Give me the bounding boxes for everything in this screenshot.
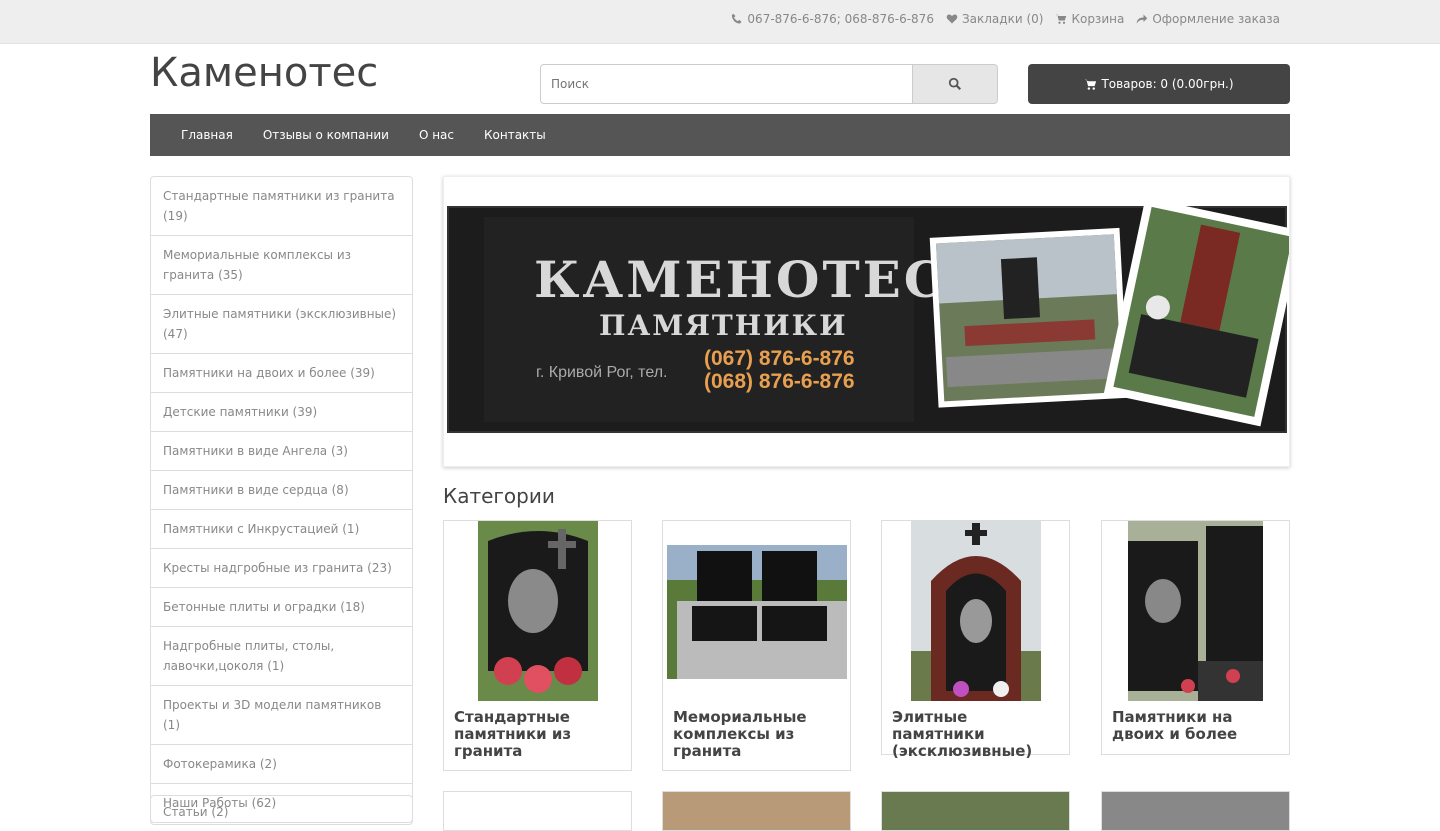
category-name: Памятники на двоих и более [1112, 708, 1238, 743]
cart-icon [1056, 14, 1067, 24]
sidebar-item[interactable]: Памятники в виде Ангела (3) [151, 432, 412, 471]
phone-text: 067-876-6-876; 068-876-6-876 [747, 12, 934, 26]
sidebar-item[interactable]: Детские памятники (39) [151, 393, 412, 432]
banner-phone-2: (068) 876-6-876 [704, 370, 855, 393]
sidebar-item[interactable]: Фотокерамика (2) [151, 745, 412, 784]
category-name: Стандартные памятники из гранита [454, 708, 572, 760]
sidebar-item[interactable]: Бетонные плиты и оградки (18) [151, 588, 412, 627]
nav-about[interactable]: О нас [404, 128, 469, 142]
banner-title: КАМЕНОТЕС [534, 250, 947, 309]
cart-icon [1085, 79, 1097, 90]
phone-link[interactable]: 067-876-6-876; 068-876-6-876 [731, 12, 934, 26]
top-links: 067-876-6-876; 068-876-6-876 Закладки (0… [731, 12, 1280, 26]
banner-graphic: КАМЕНОТЕС ПАМЯТНИКИ г. Кривой Рог, тел. … [447, 197, 1303, 433]
sidebar-item[interactable]: Памятники с Инкрустацией (1) [151, 510, 412, 549]
hero-banner[interactable]: КАМЕНОТЕС ПАМЯТНИКИ г. Кривой Рог, тел. … [443, 176, 1303, 467]
search-icon [948, 77, 962, 91]
sidebar-item[interactable]: Стандартные памятники из гранита (19) [151, 177, 412, 236]
category-tile[interactable] [1101, 791, 1290, 831]
nav-contacts[interactable]: Контакты [469, 128, 561, 142]
category-tile[interactable]: Мемориальные комплексы из гранита [662, 520, 851, 771]
sidebar-item[interactable]: Мемориальные комплексы из гранита (35) [151, 236, 412, 295]
heart-icon [946, 14, 958, 24]
share-icon [1137, 14, 1148, 24]
phone-icon [732, 13, 742, 24]
sidebar-item[interactable]: Проекты и 3D модели памятников (1) [151, 686, 412, 745]
site-logo[interactable]: Каменотес [150, 50, 378, 96]
category-tile[interactable] [443, 791, 632, 831]
category-tile[interactable]: Памятники на двоих и более [1101, 520, 1290, 755]
sidebar-item[interactable]: Элитные памятники (эксклюзивные) (47) [151, 295, 412, 354]
top-bar: 067-876-6-876; 068-876-6-876 Закладки (0… [0, 0, 1440, 44]
category-tile[interactable]: Элитные памятники (эксклюзивные) [881, 520, 1070, 760]
wishlist-link[interactable]: Закладки (0) [946, 12, 1043, 26]
checkout-text: Оформление заказа [1152, 12, 1280, 26]
banner-phone-1: (067) 876-6-876 [704, 347, 855, 370]
cart-link-text: Корзина [1071, 12, 1125, 26]
checkout-link[interactable]: Оформление заказа [1136, 12, 1280, 26]
nav-home[interactable]: Главная [166, 128, 248, 142]
search-bar [540, 64, 998, 104]
articles-label: Статьи (2) [163, 805, 229, 819]
main-nav: Главная Отзывы о компании О нас Контакты [150, 114, 1290, 156]
wishlist-text: Закладки (0) [961, 12, 1044, 26]
category-image [1128, 521, 1263, 701]
category-image [910, 521, 1041, 701]
category-tile[interactable]: Стандартные памятники из гранита [443, 520, 632, 771]
articles-box[interactable]: Статьи (2) [150, 795, 413, 825]
cart-link[interactable]: Корзина [1055, 12, 1124, 26]
sidebar-item[interactable]: Надгробные плиты, столы, лавочки,цоколя … [151, 627, 412, 686]
category-name: Мемориальные комплексы из гранита [673, 708, 807, 760]
sidebar-item[interactable]: Памятники на двоих и более (39) [151, 354, 412, 393]
search-input[interactable] [540, 64, 914, 104]
category-sidebar: Стандартные памятники из гранита (19) Ме… [150, 176, 413, 823]
sidebar-item[interactable]: Кресты надгробные из гранита (23) [151, 549, 412, 588]
section-title: Категории [443, 484, 555, 508]
banner-city: г. Кривой Рог, тел. [536, 364, 667, 381]
category-tile[interactable] [662, 791, 851, 831]
category-image [477, 521, 598, 701]
banner-subtitle: ПАМЯТНИКИ [599, 309, 848, 342]
cart-button-label: Товаров: 0 (0.00грн.) [1101, 77, 1234, 91]
category-image [666, 545, 847, 679]
category-name: Элитные памятники (эксклюзивные) [892, 708, 1033, 760]
search-button[interactable] [913, 64, 998, 104]
nav-reviews[interactable]: Отзывы о компании [248, 128, 404, 142]
category-tile[interactable] [881, 791, 1070, 831]
cart-button[interactable]: Товаров: 0 (0.00грн.) [1028, 64, 1290, 104]
sidebar-item[interactable]: Памятники в виде сердца (8) [151, 471, 412, 510]
